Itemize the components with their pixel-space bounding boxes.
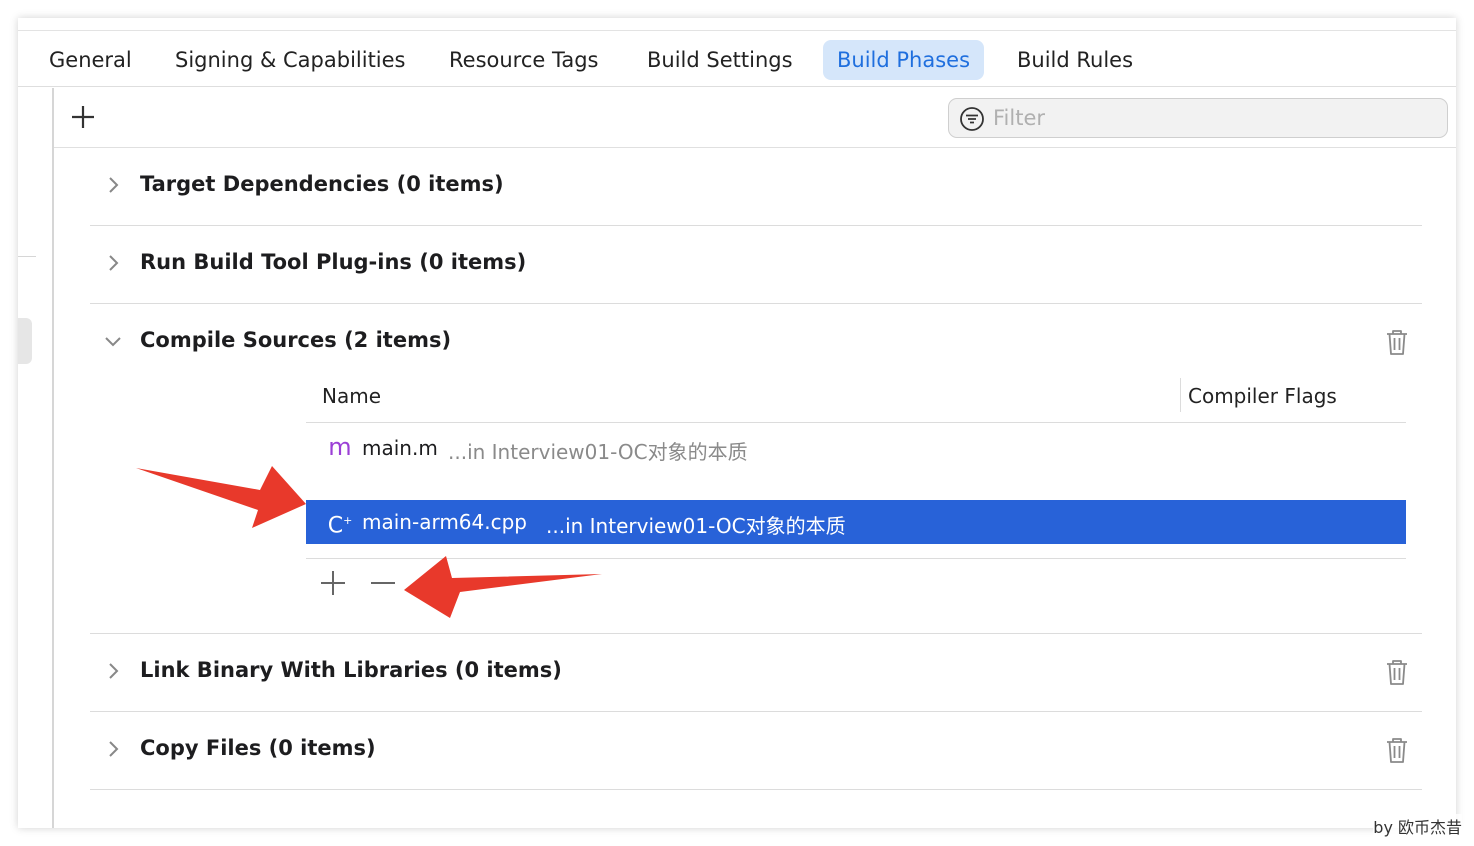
tab-build-rules[interactable]: Build Rules	[1003, 40, 1147, 80]
watermark: by 欧币杰昔	[1373, 814, 1462, 838]
filter-field[interactable]	[948, 98, 1448, 138]
file-name: main-arm64.cpp	[362, 510, 527, 534]
sidebar-selection-edge	[18, 318, 32, 364]
phase-header[interactable]: Target Dependencies (0 items)	[90, 148, 1422, 226]
chevron-right-icon[interactable]	[102, 738, 124, 760]
chevron-right-icon[interactable]	[102, 174, 124, 196]
sidebar-separator	[18, 256, 36, 257]
tab-resource-tags[interactable]: Resource Tags	[435, 40, 612, 80]
tab-build-phases[interactable]: Build Phases	[823, 40, 985, 80]
column-header-compiler-flags[interactable]: Compiler Flags	[1188, 374, 1337, 418]
phase-title: Compile Sources (2 items)	[140, 328, 452, 352]
tab-general[interactable]: General	[35, 40, 146, 80]
editor-tab-bar: General Signing & Capabilities Resource …	[18, 31, 1456, 87]
xcode-target-editor: General Signing & Capabilities Resource …	[18, 18, 1456, 828]
sidebar-divider	[52, 88, 54, 828]
file-name: main.m	[362, 436, 438, 460]
phase-title: Run Build Tool Plug-ins (0 items)	[140, 250, 527, 274]
column-separator	[1180, 378, 1181, 412]
phase-link-binary-with-libraries: Link Binary With Libraries (0 items)	[90, 634, 1422, 712]
annotation-arrow-icon	[404, 556, 602, 618]
column-header-name[interactable]: Name	[322, 374, 381, 418]
chevron-down-icon[interactable]	[102, 330, 124, 352]
phase-target-dependencies: Target Dependencies (0 items)	[90, 148, 1422, 226]
tab-build-settings[interactable]: Build Settings	[633, 40, 807, 80]
chevron-right-icon[interactable]	[102, 660, 124, 682]
phase-header[interactable]: Link Binary With Libraries (0 items)	[90, 634, 1422, 712]
phase-run-build-tool-plugins: Run Build Tool Plug-ins (0 items)	[90, 226, 1422, 304]
tab-signing-capabilities[interactable]: Signing & Capabilities	[161, 40, 420, 80]
trash-icon[interactable]	[1384, 328, 1410, 356]
objc-file-icon: m	[328, 433, 352, 461]
file-location: ...in Interview01-OC对象的本质	[448, 440, 748, 464]
phase-title: Link Binary With Libraries (0 items)	[140, 658, 562, 682]
cpp-file-icon: C+	[327, 513, 353, 539]
chevron-right-icon[interactable]	[102, 252, 124, 274]
file-location: ...in Interview01-OC对象的本质	[546, 514, 846, 538]
phase-title: Target Dependencies (0 items)	[140, 172, 504, 196]
cpp-icon-letter: C	[327, 513, 344, 539]
trash-icon[interactable]	[1384, 736, 1410, 764]
header-divider	[306, 422, 1406, 423]
remove-file-minus-icon[interactable]	[368, 568, 398, 598]
phase-header[interactable]: Copy Files (0 items)	[90, 712, 1422, 790]
phase-header[interactable]: Run Build Tool Plug-ins (0 items)	[90, 226, 1422, 304]
add-file-plus-icon[interactable]	[318, 568, 348, 598]
phase-copy-files: Copy Files (0 items)	[90, 712, 1422, 790]
phase-title: Copy Files (0 items)	[140, 736, 376, 760]
filter-input[interactable]	[991, 103, 1431, 133]
build-phases-toolbar	[54, 88, 1456, 148]
phase-header[interactable]: Compile Sources (2 items)	[90, 304, 1422, 382]
annotation-arrow-icon	[136, 466, 306, 528]
trash-icon[interactable]	[1384, 658, 1410, 686]
table-row[interactable]: m main.m ...in Interview01-OC对象的本质	[306, 426, 1406, 470]
filter-icon	[960, 107, 984, 131]
table-row-selected[interactable]: C+ main-arm64.cpp ...in Interview01-OC对象…	[306, 500, 1406, 544]
phase-divider	[90, 789, 1422, 790]
add-phase-plus-icon[interactable]	[70, 104, 96, 130]
